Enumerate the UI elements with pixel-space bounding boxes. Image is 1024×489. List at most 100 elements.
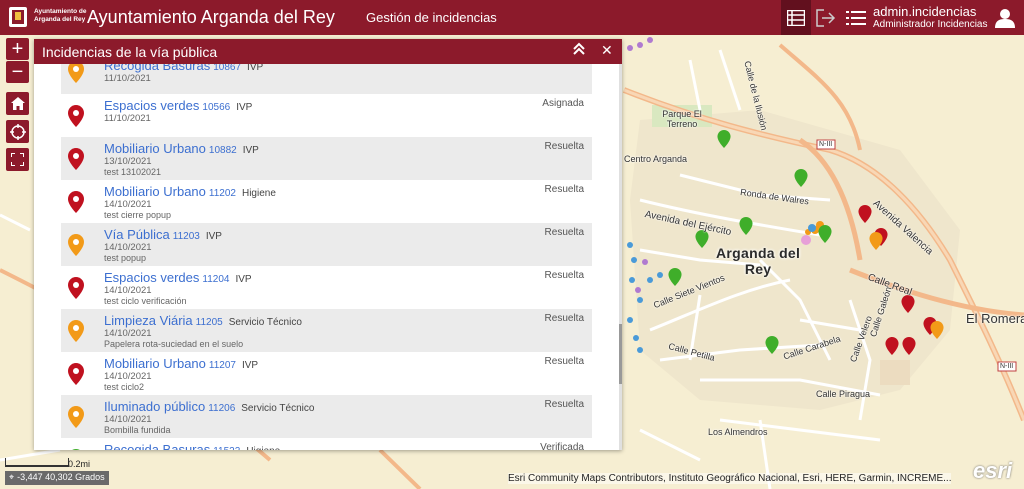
incident-date: 13/10/2021 <box>104 156 152 167</box>
incident-row[interactable]: Mobiliario Urbano 11202 Higiene 14/10/2021 t… <box>61 180 592 223</box>
place-label-los-almendros: Los Almendros <box>708 427 768 437</box>
incident-date: 14/10/2021 <box>104 199 152 210</box>
incident-note: test cierre popup <box>104 210 172 220</box>
map-pin-icon <box>68 320 84 342</box>
incident-category: IVP <box>247 64 264 73</box>
incident-type: Recogida Basuras <box>104 442 211 450</box>
street-label-piragua: Calle Piragua <box>816 389 871 399</box>
incident-row[interactable]: Recogida Basuras11522 Higiene Verificada <box>61 438 592 450</box>
incident-row[interactable]: Espacios verdes 11204 IVP 14/10/2021 test ci… <box>61 266 592 309</box>
incident-row[interactable]: Vía Pública 11203 IVP 14/10/2021 test popup R… <box>61 223 592 266</box>
logo-text-line1: Ayuntamiento de <box>34 8 87 15</box>
incident-status: Asignada <box>542 98 584 109</box>
incident-status: Resuelta <box>544 270 584 281</box>
incident-note: Papelera rota-suciedad en el suelo <box>104 339 244 349</box>
incident-title[interactable]: Mobiliario Urbano 11202 Higiene <box>104 184 276 199</box>
menu-button[interactable] <box>843 0 869 35</box>
incident-type: Limpieza Viária <box>104 313 193 328</box>
incidents-panel: Incidencias de la vía pública ✕ Recogida… <box>34 39 622 450</box>
incident-id: 11204 <box>202 274 230 285</box>
incident-status: Resuelta <box>544 184 584 195</box>
incident-title[interactable]: Recogida Basuras11522 Higiene <box>104 442 280 450</box>
incident-date: 14/10/2021 <box>104 414 152 425</box>
incident-category: IVP <box>235 274 252 285</box>
list-menu-icon <box>846 10 866 25</box>
incident-category: Higiene <box>241 188 276 199</box>
incident-title[interactable]: Espacios verdes 10566 IVP <box>104 98 252 113</box>
incident-id: 10867 <box>213 64 242 73</box>
town-label-line2: Rey <box>744 261 772 277</box>
collapse-button[interactable] <box>572 42 588 60</box>
app-title: Ayuntamiento Arganda del Rey <box>87 7 335 27</box>
incident-title[interactable]: Mobiliario Urbano 11207 IVP <box>104 356 258 371</box>
incident-category: Higiene <box>246 446 280 450</box>
incident-list-button[interactable] <box>781 0 811 35</box>
incident-date: 11/10/2021 <box>104 113 151 124</box>
scrollbar-thumb[interactable] <box>619 324 622 384</box>
incident-date: 14/10/2021 <box>104 285 152 296</box>
incident-date: 14/10/2021 <box>104 242 152 253</box>
scale-bar <box>5 458 69 467</box>
incident-date: 14/10/2021 <box>104 328 152 339</box>
incident-id: 11203 <box>172 231 200 242</box>
incident-status: Resuelta <box>544 399 584 410</box>
incident-date: 11/10/2021 <box>104 73 151 84</box>
coordinates-display[interactable]: ⌖ -3,447 40,302 Grados <box>5 471 109 485</box>
incident-list[interactable]: Recogida Basuras 10867 IVP 11/10/2021 Espaci… <box>34 64 622 450</box>
incident-note: test ciclo verificación <box>104 296 187 306</box>
home-button[interactable] <box>6 92 29 115</box>
fullscreen-icon <box>11 153 24 166</box>
map-pin-icon <box>68 64 84 83</box>
user-profile-button[interactable] <box>990 0 1020 35</box>
user-role: Administrador Incidencias <box>873 19 988 30</box>
incident-row[interactable]: Iluminado público 11206 Servicio Técnico 14… <box>61 395 592 438</box>
list-scrollbar[interactable] <box>619 64 622 450</box>
incident-id: 11207 <box>208 360 236 371</box>
incident-title[interactable]: Limpieza Viária 11205 Servicio Técnico <box>104 313 302 328</box>
map-pin-icon <box>68 277 84 299</box>
place-label-centro-arganda: Centro Arganda <box>624 154 688 164</box>
incident-type: Iluminado público <box>104 399 206 414</box>
incident-row[interactable]: Espacios verdes 10566 IVP 11/10/2021 Asignad… <box>61 94 592 137</box>
map-pin-icon <box>68 406 84 428</box>
incident-row[interactable]: Mobiliario Urbano 10882 IVP 13/10/2021 test … <box>61 137 592 180</box>
road-shield-n3: N-III <box>1000 363 1014 370</box>
incident-type: Espacios verdes <box>104 270 200 285</box>
user-name: admin.incidencias <box>873 4 977 19</box>
incident-title[interactable]: Recogida Basuras 10867 IVP <box>104 64 263 73</box>
map-pin-icon <box>68 234 84 256</box>
logo-text-line2: Arganda del Rey <box>34 16 86 23</box>
city-crest-logo <box>9 7 27 27</box>
fullscreen-button[interactable] <box>6 148 29 171</box>
incident-type: Mobiliario Urbano <box>104 184 206 199</box>
incident-category: IVP <box>241 360 259 371</box>
incident-title[interactable]: Vía Pública 11203 IVP <box>104 227 222 242</box>
logout-button[interactable] <box>813 0 839 35</box>
close-button[interactable]: ✕ <box>601 42 615 60</box>
incident-type: Espacios verdes <box>104 98 200 113</box>
incident-row[interactable]: Limpieza Viária 11205 Servicio Técnico 14/1… <box>61 309 592 352</box>
incident-category: Servicio Técnico <box>228 317 302 328</box>
incident-id: 10882 <box>208 145 237 156</box>
map-pin-icon <box>68 148 84 170</box>
map-pin-icon <box>72 449 80 450</box>
incident-title[interactable]: Mobiliario Urbano 10882 IVP <box>104 141 259 156</box>
incident-title[interactable]: Iluminado público 11206 Servicio Técnico <box>104 399 314 414</box>
incident-category: IVP <box>236 102 253 113</box>
sign-out-icon <box>816 8 836 27</box>
table-list-icon <box>787 9 805 26</box>
incident-list-content: Recogida Basuras 10867 IVP 11/10/2021 Espaci… <box>61 64 592 450</box>
panel-title: Incidencias de la vía pública <box>42 44 218 60</box>
zoom-in-button[interactable]: + <box>6 38 29 60</box>
incident-category: Servicio Técnico <box>241 403 315 414</box>
incident-status: Resuelta <box>544 227 584 238</box>
user-info: admin.incidencias Administrador Incidenc… <box>873 5 988 31</box>
incident-id: 11202 <box>208 188 236 199</box>
incident-type: Recogida Basuras <box>104 64 211 73</box>
locate-button[interactable] <box>6 120 29 143</box>
zoom-out-button[interactable]: − <box>6 61 29 83</box>
incident-row[interactable]: Mobiliario Urbano 11207 IVP 14/10/2021 test … <box>61 352 592 395</box>
incident-title[interactable]: Espacios verdes 11204 IVP <box>104 270 252 285</box>
panel-header: Incidencias de la vía pública ✕ <box>34 39 622 64</box>
incident-row[interactable]: Recogida Basuras 10867 IVP 11/10/2021 <box>61 64 592 94</box>
